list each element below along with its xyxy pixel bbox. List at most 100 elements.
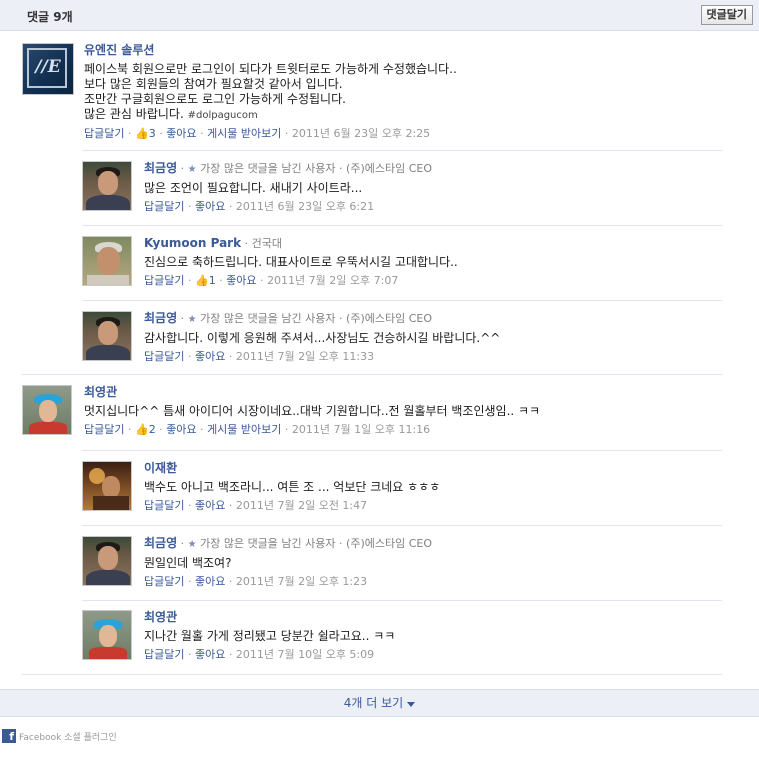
comment-actions: 답글달기 · 좋아요 · 2011년 6월 23일 오후 6:21 [144,200,375,213]
like-link[interactable]: 좋아요 [166,423,196,436]
comment-text: 백수도 아니고 백조라니... 여튼 조 ... 억보단 크네요 ㅎㅎㅎ [144,480,441,494]
comment-text: 뭔일인데 백조여? [144,556,232,570]
show-more-bar[interactable]: 4개 더 보기 [0,689,759,717]
logo-icon: //E [35,57,61,77]
comment-actions: 답글달기 · 좋아요 · 2011년 7월 2일 오후 1:23 [144,575,368,588]
affiliation[interactable]: (주)에스타임 CEO [346,312,432,325]
reply: 최금영 · ★ 가장 많은 댓글을 남긴 사용자 · (주)에스타임 CEO 감… [82,311,722,371]
avatar[interactable] [82,236,132,286]
comment-actions: 답글달기 · 좋아요 · 2011년 7월 10일 오후 5:09 [144,648,375,661]
avatar[interactable] [82,161,132,211]
comment-actions: 답글달기 · 👍1 · 좋아요 · 2011년 7월 2일 오후 7:07 [144,274,399,287]
comment-author[interactable]: Kyumoon Park [144,236,241,250]
reply-link[interactable]: 답글달기 [144,200,184,213]
divider [22,374,722,375]
reply-link[interactable]: 답글달기 [84,127,124,140]
top-commenter-badge: 가장 많은 댓글을 남긴 사용자 [200,537,336,550]
like-count[interactable]: 2 [149,423,156,436]
subscribe-link[interactable]: 게시물 받아보기 [207,423,281,436]
comment-count: 댓글 9개 [27,10,73,24]
reply-link[interactable]: 답글달기 [144,274,184,287]
comment: //E 유엔진 솔루션 페이스북 회원으로만 로그인이 되다가 트윗터로도 가능… [22,43,727,143]
comments-header: 댓글 9개 댓글달기 [0,0,759,31]
avatar[interactable]: //E [22,43,74,95]
like-link[interactable]: 좋아요 [195,648,225,661]
comment-text: 진심으로 축하드립니다. 대표사이트로 우뚝서시길 고대합니다.. [144,255,458,269]
comment-author[interactable]: 이재환 [144,461,177,475]
avatar[interactable] [82,536,132,586]
comment-text: 지나간 월홀 가게 정리됐고 당분간 쉴라고요.. ㅋㅋ [144,629,396,643]
avatar[interactable] [82,311,132,361]
timestamp[interactable]: 2011년 7월 2일 오전 1:47 [236,499,367,512]
like-link[interactable]: 좋아요 [195,350,225,363]
like-link[interactable]: 좋아요 [195,575,225,588]
comment-text: 페이스북 회원으로만 로그인이 되다가 트윗터로도 가능하게 수정했습니다.. … [84,62,457,121]
like-count[interactable]: 3 [149,127,156,140]
comment-author[interactable]: 최금영 [144,311,177,325]
reply-link[interactable]: 답글달기 [144,499,184,512]
reply: Kyumoon Park · 건국대 진심으로 축하드립니다. 대표사이트로 우… [82,236,722,296]
reply-link[interactable]: 답글달기 [144,648,184,661]
timestamp[interactable]: 2011년 6월 23일 오후 6:21 [236,200,374,213]
comment-text: 감사합니다. 이렇게 응원해 주셔서...사장님도 건승하시길 바랍니다.^^ [144,331,501,345]
divider [82,150,722,151]
timestamp[interactable]: 2011년 7월 1일 오후 11:16 [292,423,430,436]
comment-author[interactable]: 최영관 [144,610,177,624]
comment-actions: 답글달기 · 좋아요 · 2011년 7월 2일 오전 1:47 [144,499,368,512]
thumbs-up-icon: 👍 [134,127,149,140]
star-icon: ★ [187,539,197,550]
top-commenter-badge: 가장 많은 댓글을 남긴 사용자 [200,162,336,175]
comment-author[interactable]: 최금영 [144,536,177,550]
divider [22,674,722,675]
avatar[interactable] [82,610,132,660]
top-commenter-badge: 가장 많은 댓글을 남긴 사용자 [200,312,336,325]
comment-text: 많은 조언이 필요합니다. 새내기 사이트라... [144,181,363,195]
comment-actions: 답글달기 · 👍2 · 좋아요 · 게시물 받아보기 · 2011년 7월 1일… [84,423,431,436]
timestamp[interactable]: 2011년 7월 2일 오후 1:23 [236,575,367,588]
comment-text: 멋지십니다^^ 틈새 아이디어 시장이네요..대박 기원합니다..전 월홀부터 … [84,404,541,418]
divider [82,525,722,526]
like-link[interactable]: 좋아요 [195,499,225,512]
like-link[interactable]: 좋아요 [226,274,256,287]
comment-author[interactable]: 최금영 [144,161,177,175]
reply-link[interactable]: 답글달기 [84,423,124,436]
divider [82,225,722,226]
comment-author[interactable]: 유엔진 솔루션 [84,43,154,57]
caret-down-icon [407,701,416,707]
like-link[interactable]: 좋아요 [166,127,196,140]
facebook-logo-icon[interactable]: f [2,729,16,743]
timestamp[interactable]: 2011년 7월 10일 오후 5:09 [236,648,374,661]
thumbs-up-icon: 👍 [194,274,209,287]
show-more-link[interactable]: 4개 더 보기 [344,696,403,710]
timestamp[interactable]: 2011년 7월 2일 오후 7:07 [267,274,398,287]
footer-text[interactable]: Facebook 소셜 플러그인 [19,733,117,743]
divider [82,600,722,601]
timestamp[interactable]: 2011년 6월 23일 오후 2:25 [292,127,430,140]
comment-actions: 답글달기 · 좋아요 · 2011년 7월 2일 오후 11:33 [144,350,375,363]
comment-actions: 답글달기 · 👍3 · 좋아요 · 게시물 받아보기 · 2011년 6월 23… [84,127,431,140]
subscribe-link[interactable]: 게시물 받아보기 [207,127,281,140]
avatar[interactable] [22,385,72,435]
like-link[interactable]: 좋아요 [195,200,225,213]
divider [82,450,722,451]
timestamp[interactable]: 2011년 7월 2일 오후 11:33 [236,350,374,363]
reply: 최금영 · ★ 가장 많은 댓글을 남긴 사용자 · (주)에스타임 CEO 많… [82,161,722,221]
reply-link[interactable]: 답글달기 [144,350,184,363]
thumbs-up-icon: 👍 [134,423,149,436]
post-comment-button[interactable]: 댓글달기 [700,5,753,25]
reply: 최영관 지나간 월홀 가게 정리됐고 당분간 쉴라고요.. ㅋㅋ 답글달기 · … [82,610,722,670]
footer: f Facebook 소셜 플러그인 [2,729,117,743]
comment-author[interactable]: 최영관 [84,385,117,399]
affiliation[interactable]: 건국대 [252,237,282,250]
reply-link[interactable]: 답글달기 [144,575,184,588]
star-icon: ★ [187,314,197,325]
affiliation[interactable]: (주)에스타임 CEO [346,537,432,550]
reply: 최금영 · ★ 가장 많은 댓글을 남긴 사용자 · (주)에스타임 CEO 뭔… [82,536,722,596]
comment: 최영관 멋지십니다^^ 틈새 아이디어 시장이네요..대박 기원합니다..전 월… [22,385,727,445]
hashtag[interactable]: #dolpagucom [188,110,258,121]
avatar[interactable] [82,461,132,511]
like-count[interactable]: 1 [209,274,216,287]
divider [82,300,722,301]
star-icon: ★ [187,164,197,175]
affiliation[interactable]: (주)에스타임 CEO [346,162,432,175]
